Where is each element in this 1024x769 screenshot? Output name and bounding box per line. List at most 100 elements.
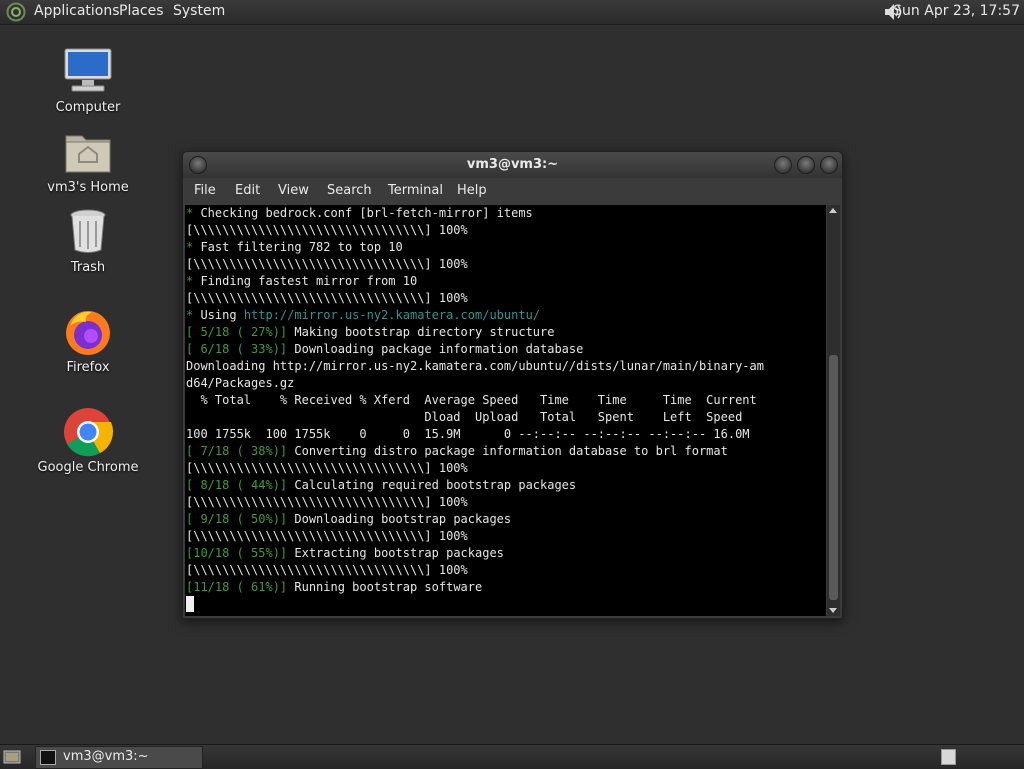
terminal-line: [\\\\\\\\\\\\\\\\\\\\\\\\\\\\\\\\] 100% [185, 562, 826, 579]
terminal-line: [ 7/18 ( 38%)] Converting distro package… [185, 443, 826, 460]
terminal-text: Running bootstrap software [294, 580, 483, 594]
terminal-text: [\\\\\\\\\\\\\\\\\\\\\\\\\\\\\\\\] 100% [186, 495, 468, 509]
terminal-text: Using [200, 308, 244, 322]
terminal-text: Converting distro package information da… [294, 444, 728, 458]
taskbar-item-terminal[interactable]: vm3@vm3:~ [35, 746, 203, 769]
terminal-line: [11/18 ( 61%)] Running bootstrap softwar… [185, 579, 826, 596]
menu-terminal[interactable]: Terminal [388, 183, 443, 198]
terminal-text: [ 9/18 ( 50%)] [186, 512, 295, 526]
terminal-line: * Finding fastest mirror from 10 [185, 273, 826, 290]
menu-help[interactable]: Help [457, 183, 487, 198]
home-folder-icon [65, 135, 111, 173]
terminal-output[interactable]: * Checking bedrock.conf [brl-fetch-mirro… [185, 205, 826, 616]
terminal-text: Downloading bootstrap packages [294, 512, 512, 526]
terminal-text: * [186, 274, 201, 288]
terminal-text: [10/18 ( 55%)] [186, 546, 295, 560]
window-title: vm3@vm3:~ [466, 157, 559, 172]
terminal-line: Downloading http://mirror.us-ny2.kamater… [185, 358, 826, 375]
terminal-text: Downloading http://mirror.us-ny2.kamater… [186, 359, 764, 373]
terminal-icon [40, 750, 56, 765]
menu-file[interactable]: File [194, 183, 216, 198]
window-menubar: File Edit View Search Terminal Help [183, 178, 842, 205]
terminal-line: [\\\\\\\\\\\\\\\\\\\\\\\\\\\\\\\\] 100% [185, 222, 826, 239]
terminal-line: * Using http://mirror.us-ny2.kamatera.co… [185, 307, 826, 324]
workspace-switcher[interactable] [941, 749, 956, 765]
terminal-line: [\\\\\\\\\\\\\\\\\\\\\\\\\\\\\\\\] 100% [185, 494, 826, 511]
taskbar-item-label: vm3@vm3:~ [63, 749, 149, 764]
terminal-text: [ 5/18 ( 27%)] [186, 325, 295, 339]
desktop-icon-home[interactable]: vm3's Home [28, 126, 148, 195]
terminal-line: [10/18 ( 55%)] Extracting bootstrap pack… [185, 545, 826, 562]
terminal-text: Fast filtering 782 to top 10 [200, 240, 403, 254]
terminal-text: http://mirror.us-ny2.kamatera.com/ubuntu… [243, 308, 541, 322]
desktop-icon-chrome[interactable]: Google Chrome [28, 406, 148, 475]
terminal-text: * [186, 206, 201, 220]
desktop-icon-label: Computer [55, 100, 121, 115]
desktop-icon-label: Google Chrome [37, 460, 139, 475]
terminal-line: [ 8/18 ( 44%)] Calculating required boot… [185, 477, 826, 494]
desktop-icon-label: Firefox [66, 360, 110, 375]
terminal-text: Finding fastest mirror from 10 [200, 274, 418, 288]
terminal-line: 100 1755k 100 1755k 0 0 15.9M 0 --:--:--… [185, 426, 826, 443]
terminal-text: % Total % Received % Xferd Average Speed… [186, 393, 757, 407]
menu-applications[interactable]: Applications [34, 3, 120, 19]
menu-places[interactable]: Places [119, 3, 164, 19]
terminal-window: vm3@vm3:~ File Edit View Search Terminal… [182, 151, 843, 619]
terminal-line: [\\\\\\\\\\\\\\\\\\\\\\\\\\\\\\\\] 100% [185, 290, 826, 307]
terminal-text: [ 7/18 ( 38%)] [186, 444, 295, 458]
scroll-up-arrow-icon[interactable] [829, 208, 837, 213]
close-button[interactable] [820, 156, 838, 174]
terminal-line: [ 6/18 ( 33%)] Downloading package infor… [185, 341, 826, 358]
terminal-text: Dload Upload Total Spent Left Speed [186, 410, 743, 424]
terminal-text: [\\\\\\\\\\\\\\\\\\\\\\\\\\\\\\\\] 100% [186, 291, 468, 305]
terminal-text: [\\\\\\\\\\\\\\\\\\\\\\\\\\\\\\\\] 100% [186, 461, 468, 475]
terminal-text: [\\\\\\\\\\\\\\\\\\\\\\\\\\\\\\\\] 100% [186, 223, 468, 237]
clock[interactable]: Sun Apr 23, 17:57 [893, 3, 1020, 19]
computer-icon [64, 48, 112, 92]
menu-edit[interactable]: Edit [235, 183, 260, 198]
terminal-line: [\\\\\\\\\\\\\\\\\\\\\\\\\\\\\\\\] 100% [185, 460, 826, 477]
menu-search[interactable]: Search [327, 183, 372, 198]
terminal-prompt-line [185, 596, 826, 613]
desktop-icon-firefox[interactable]: Firefox [28, 306, 148, 375]
distro-logo-icon[interactable] [6, 2, 26, 22]
terminal-text: [\\\\\\\\\\\\\\\\\\\\\\\\\\\\\\\\] 100% [186, 563, 468, 577]
terminal-text: Calculating required bootstrap packages [294, 478, 577, 492]
terminal-line: d64/Packages.gz [185, 375, 826, 392]
terminal-text: * [186, 308, 201, 322]
terminal-line: [\\\\\\\\\\\\\\\\\\\\\\\\\\\\\\\\] 100% [185, 256, 826, 273]
scroll-down-arrow-icon[interactable] [829, 608, 837, 613]
minimize-button[interactable] [774, 156, 792, 174]
chrome-icon [64, 408, 114, 457]
terminal-line: Dload Upload Total Spent Left Speed [185, 409, 826, 426]
terminal-text: [ 8/18 ( 44%)] [186, 478, 295, 492]
scrollbar-thumb[interactable] [829, 355, 838, 600]
terminal-line: % Total % Received % Xferd Average Speed… [185, 392, 826, 409]
terminal-text: [\\\\\\\\\\\\\\\\\\\\\\\\\\\\\\\\] 100% [186, 529, 468, 543]
terminal-cursor [186, 596, 194, 612]
terminal-text: Downloading package information database [294, 342, 584, 356]
terminal-text: Checking bedrock.conf [brl-fetch-mirror]… [200, 206, 533, 220]
desktop-icon-label: Trash [70, 260, 106, 275]
terminal-text: 100 1755k 100 1755k 0 0 15.9M 0 --:--:--… [186, 427, 750, 441]
show-desktop-icon[interactable] [3, 748, 21, 766]
terminal-line: * Checking bedrock.conf [brl-fetch-mirro… [185, 205, 826, 222]
terminal-text: [ 6/18 ( 33%)] [186, 342, 295, 356]
window-titlebar[interactable]: vm3@vm3:~ [183, 152, 842, 178]
menu-system[interactable]: System [173, 3, 225, 19]
terminal-line: [ 5/18 ( 27%)] Making bootstrap director… [185, 324, 826, 341]
desktop-icon-label: vm3's Home [47, 180, 129, 195]
terminal-line: [ 9/18 ( 50%)] Downloading bootstrap pac… [185, 511, 826, 528]
terminal-text: Extracting bootstrap packages [294, 546, 504, 560]
terminal-text: Making bootstrap directory structure [294, 325, 555, 339]
menu-view[interactable]: View [278, 183, 309, 198]
trash-icon [70, 209, 106, 253]
terminal-line: [\\\\\\\\\\\\\\\\\\\\\\\\\\\\\\\\] 100% [185, 528, 826, 545]
terminal-text: [11/18 ( 61%)] [186, 580, 295, 594]
terminal-scrollbar[interactable] [827, 205, 840, 616]
desktop-icon-trash[interactable]: Trash [28, 206, 148, 275]
maximize-button[interactable] [797, 156, 815, 174]
desktop-icon-computer[interactable]: Computer [28, 46, 148, 115]
terminal-line: * Fast filtering 782 to top 10 [185, 239, 826, 256]
terminal-text: [\\\\\\\\\\\\\\\\\\\\\\\\\\\\\\\\] 100% [186, 257, 468, 271]
